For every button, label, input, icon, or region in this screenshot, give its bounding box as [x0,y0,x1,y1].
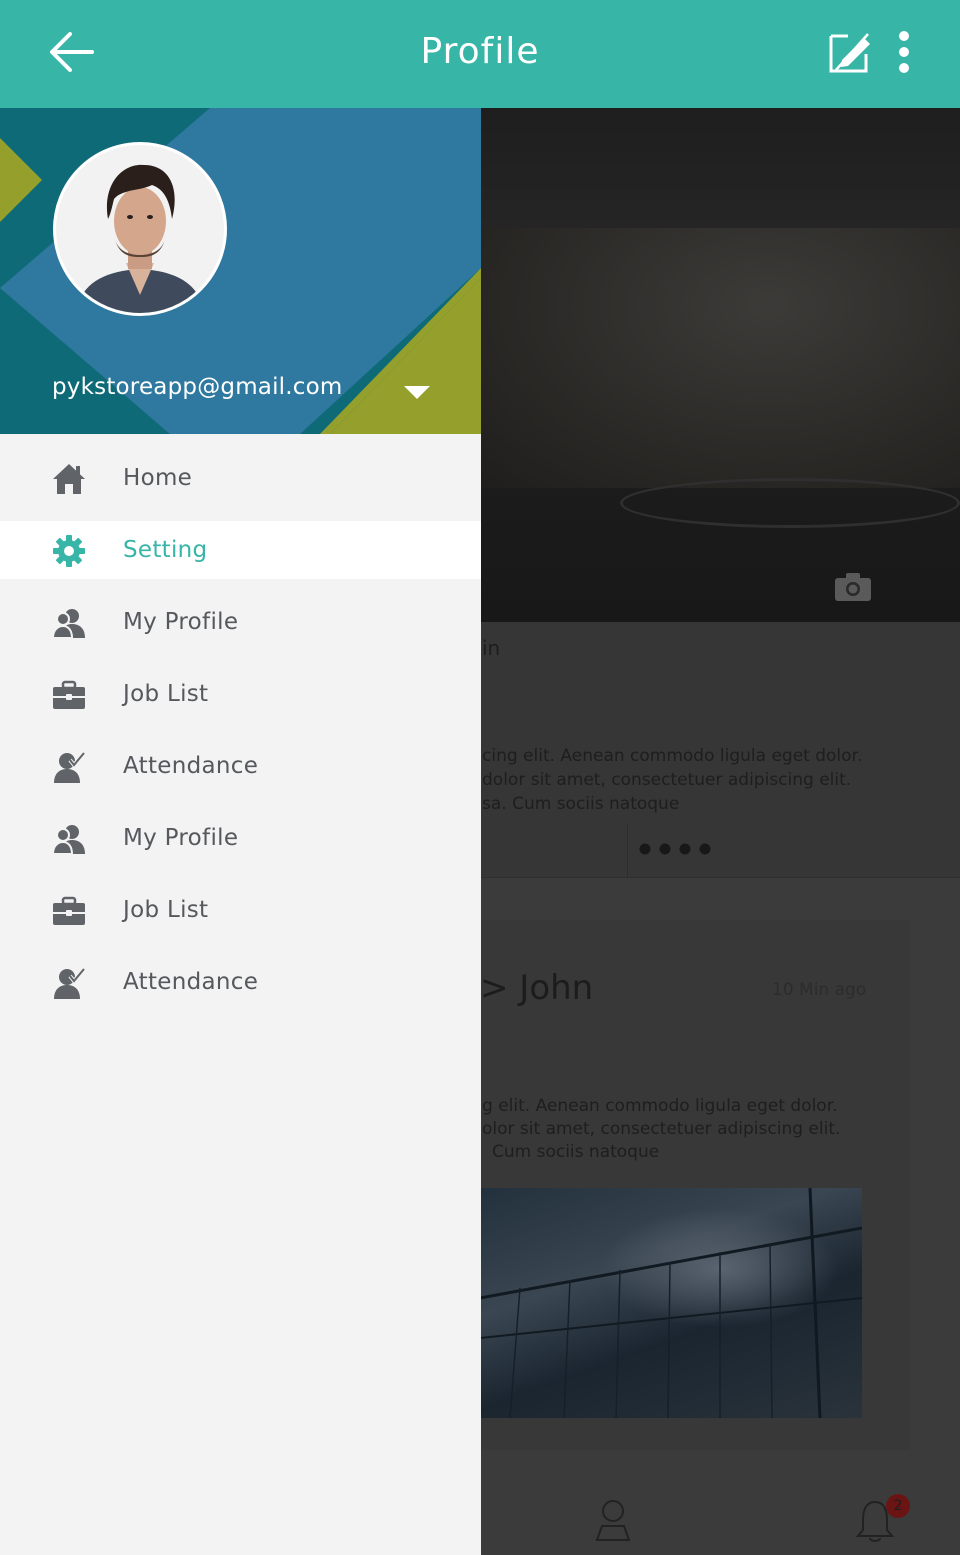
menu-item-my-profile[interactable]: My Profile [0,802,481,874]
briefcase-icon [53,896,85,925]
post-text-line-2: dolor sit amet, consectetuer adipiscing … [482,770,852,790]
drawer-header: pykstoreapp@gmail.com [0,108,481,434]
briefcase-icon [53,680,85,709]
menu-item-attendance[interactable]: Attendance [0,730,481,802]
drawer-menu: Home Setting My Profile Job List Attenda… [0,442,481,1018]
menu-label: My Profile [123,609,239,635]
menu-item-setting[interactable]: Setting [0,521,481,579]
post-text-line-1: cing elit. Aenean commodo ligula eget do… [482,746,863,766]
card-photo [480,1188,862,1418]
home-icon [53,464,85,494]
avatar[interactable] [53,142,227,316]
menu-item-my-profile[interactable]: My Profile [0,586,481,658]
menu-label: Job List [123,897,209,923]
card-time: 10 Min ago [772,980,867,1000]
attendance-icon [54,751,86,783]
menu-item-home[interactable]: Home [0,442,481,514]
menu-item-attendance[interactable]: Attendance [0,946,481,1018]
users-icon [52,825,85,855]
divider [627,824,628,878]
menu-label: Attendance [123,753,259,779]
more-dots-icon[interactable] [638,842,718,856]
users-icon [52,609,85,639]
attendance-icon [54,967,86,999]
menu-label: Job List [123,681,209,707]
page-title: Profile [420,31,540,72]
chevron-down-icon[interactable] [404,384,430,400]
menu-item-job-list[interactable]: Job List [0,874,481,946]
card-text-line-1: g elit. Aenean commodo ligula eget dolor… [482,1096,838,1116]
card-text-line-2: olor sit amet, consectetuer adipiscing e… [482,1119,841,1139]
profile-nav-icon[interactable] [594,1498,632,1542]
menu-item-job-list[interactable]: Job List [0,658,481,730]
app-bar: Profile [0,0,960,108]
account-email: pykstoreapp@gmail.com [52,374,343,400]
camera-icon[interactable] [834,572,872,602]
gear-icon [53,535,85,567]
navigation-drawer: pykstoreapp@gmail.com Home Setting My Pr… [0,108,481,1555]
card-name: > John [480,968,594,1008]
notification-badge: 2 [886,1494,910,1518]
menu-label: Home [123,465,193,491]
menu-label: My Profile [123,825,239,851]
menu-label: Setting [123,537,208,563]
card-text-line-3: Cum sociis natoque [492,1142,660,1162]
more-vert-icon[interactable] [890,28,918,78]
menu-label: Attendance [123,969,259,995]
post-text-line-3: sa. Cum sociis natoque [482,794,680,814]
edit-icon[interactable] [828,30,872,74]
partial-text: in [482,636,501,660]
